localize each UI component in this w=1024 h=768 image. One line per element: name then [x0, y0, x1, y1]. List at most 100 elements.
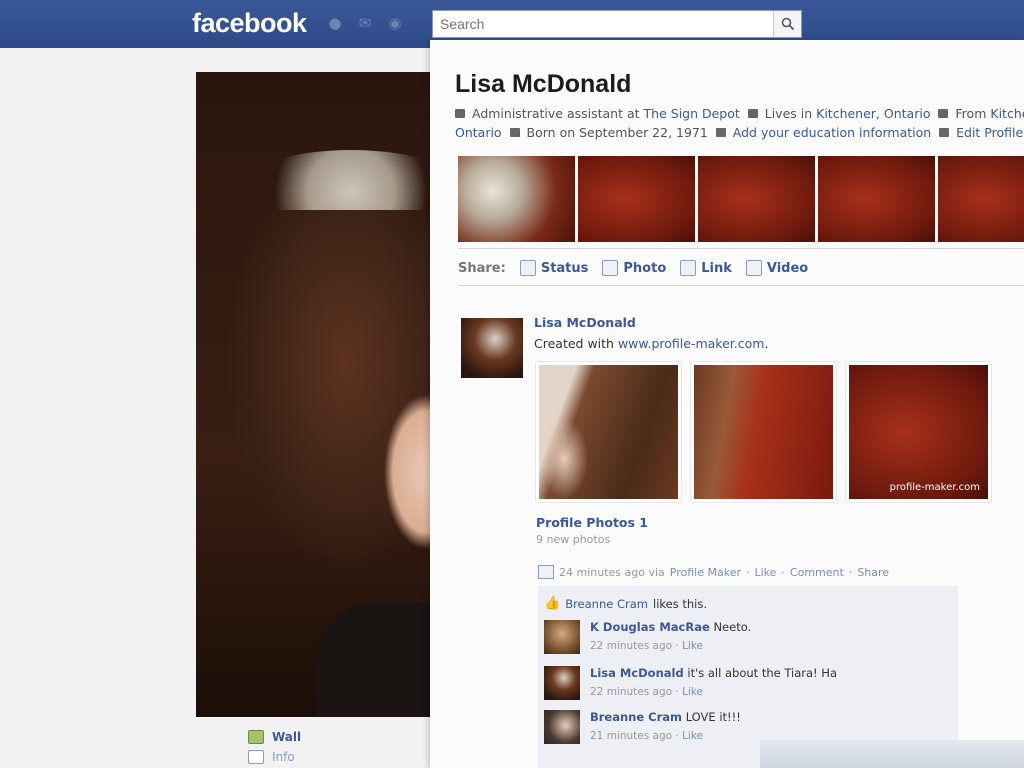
- post-avatar[interactable]: [461, 318, 523, 378]
- friend-requests-icon[interactable]: ●: [326, 14, 344, 32]
- like-action[interactable]: Like: [754, 566, 776, 579]
- edit-profile-link[interactable]: Edit Profile: [956, 125, 1023, 140]
- comment-like-link[interactable]: Like: [682, 730, 703, 742]
- calendar-icon: [509, 128, 520, 137]
- education-icon: [715, 128, 726, 137]
- comment: Lisa McDonald it's all about the Tiara! …: [544, 666, 954, 706]
- album-title-link[interactable]: Profile Photos 1: [536, 515, 648, 530]
- share-status-label: Status: [540, 260, 589, 276]
- notification-jewels: ● ✉ ◉: [326, 14, 404, 32]
- add-education-link[interactable]: Add your education information: [733, 125, 931, 140]
- strip-photo[interactable]: [578, 156, 695, 242]
- left-nav-wall[interactable]: Wall: [248, 727, 301, 747]
- chat-dock[interactable]: [760, 740, 1024, 768]
- comment-time: 22 minutes ago: [590, 640, 673, 652]
- search-button[interactable]: [773, 11, 801, 37]
- lives-prefix: Lives in: [764, 106, 813, 121]
- profile-info-line-1: Administrative assistant at The Sign Dep…: [455, 106, 1024, 121]
- strip-photo[interactable]: [458, 156, 575, 242]
- tiara-detail: [251, 150, 446, 210]
- comment-meta: 21 minutes ago · Like: [590, 730, 704, 742]
- likes-line: 👍 Breanne Cram likes this.: [544, 596, 707, 611]
- dress-detail: [316, 602, 446, 717]
- share-link-button[interactable]: Link: [680, 260, 732, 276]
- comment-avatar[interactable]: [544, 710, 580, 744]
- post-photo[interactable]: [691, 362, 836, 502]
- status-icon: [519, 260, 536, 276]
- search-icon: [781, 17, 795, 31]
- from-prefix: From: [955, 106, 987, 121]
- birthday: Born on September 22, 1971: [526, 125, 708, 140]
- comment-text: Neeto.: [713, 620, 752, 634]
- comment-avatar[interactable]: [544, 620, 580, 654]
- comment-body: K Douglas MacRae Neeto. 22 minutes ago ·…: [590, 620, 751, 652]
- photo-strip: [458, 156, 1024, 242]
- post-photo[interactable]: [536, 362, 681, 502]
- strip-photo[interactable]: [698, 156, 815, 242]
- comment-meta: 22 minutes ago · Like: [590, 686, 704, 698]
- comment-text: LOVE it!!!: [685, 710, 741, 724]
- share-video-label: Video: [766, 260, 809, 276]
- search-input[interactable]: [433, 11, 773, 37]
- strip-photo[interactable]: [938, 156, 1024, 242]
- comment-avatar[interactable]: [544, 666, 580, 700]
- city-icon: [747, 109, 758, 118]
- comment-author-link[interactable]: Breanne Cram: [590, 710, 682, 724]
- app-link[interactable]: Profile Maker: [670, 566, 741, 579]
- pencil-icon: [939, 128, 950, 137]
- share-video-button[interactable]: Video: [745, 260, 809, 276]
- profile-main: Lisa McDonald Administrative assistant a…: [430, 40, 1024, 768]
- comment-action[interactable]: Comment: [790, 566, 844, 579]
- post-text-link[interactable]: www.profile-maker.com: [618, 336, 764, 351]
- share-status-button[interactable]: Status: [519, 260, 589, 276]
- search-box: [432, 10, 802, 38]
- wall-icon: [248, 730, 264, 744]
- photo-watermark: profile-maker.com: [889, 482, 980, 493]
- album-count: 9 new photos: [536, 533, 611, 546]
- left-nav-wall-label: Wall: [272, 730, 302, 744]
- from-region-link[interactable]: Ontario: [455, 125, 502, 140]
- photo-icon: [602, 260, 619, 276]
- post-meta: 24 minutes ago via Profile Maker · Like …: [538, 565, 889, 579]
- post-photos: profile-maker.com: [536, 362, 991, 502]
- profile-picture[interactable]: [196, 72, 446, 717]
- comment-body: Breanne Cram LOVE it!!! 21 minutes ago ·…: [590, 710, 741, 742]
- left-nav: Wall Info: [248, 727, 301, 767]
- share-label: Share:: [458, 260, 506, 276]
- divider: [458, 285, 1024, 286]
- divider: [458, 248, 1024, 249]
- comment-time: 22 minutes ago: [590, 686, 673, 698]
- video-icon: [745, 260, 762, 276]
- post-text-suffix: .: [764, 336, 769, 351]
- comment-author-link[interactable]: Lisa McDonald: [590, 666, 684, 680]
- share-action[interactable]: Share: [857, 566, 889, 579]
- post-photo[interactable]: profile-maker.com: [846, 362, 991, 502]
- share-bar: Share: Status Photo Link Video: [458, 260, 822, 276]
- employer-link[interactable]: The Sign Depot: [644, 106, 740, 121]
- facebook-logo[interactable]: facebook: [192, 8, 307, 39]
- share-photo-label: Photo: [623, 260, 667, 276]
- messages-icon[interactable]: ✉: [356, 14, 374, 32]
- comment-meta: 22 minutes ago · Like: [590, 640, 704, 652]
- comment-body: Lisa McDonald it's all about the Tiara! …: [590, 666, 837, 698]
- comment-like-link[interactable]: Like: [682, 640, 703, 652]
- comment: K Douglas MacRae Neeto. 22 minutes ago ·…: [544, 620, 954, 660]
- from-city-link[interactable]: Kitchener,: [990, 106, 1024, 121]
- left-nav-info-label: Info: [272, 750, 295, 764]
- left-nav-info[interactable]: Info: [248, 747, 301, 767]
- comment-like-link[interactable]: Like: [682, 686, 703, 698]
- share-photo-button[interactable]: Photo: [602, 260, 666, 276]
- lives-in-link[interactable]: Kitchener, Ontario: [816, 106, 930, 121]
- link-icon: [680, 260, 697, 276]
- comment-text: it's all about the Tiara! Ha: [687, 666, 837, 680]
- notifications-icon[interactable]: ◉: [386, 14, 404, 32]
- post-text-prefix: Created with: [534, 336, 614, 351]
- post-author-link[interactable]: Lisa McDonald: [534, 315, 636, 330]
- comment-author-link[interactable]: K Douglas MacRae: [590, 620, 710, 634]
- post-text: Created with www.profile-maker.com.: [534, 336, 768, 351]
- profile-name: Lisa McDonald: [455, 70, 632, 98]
- strip-photo[interactable]: [818, 156, 935, 242]
- profile-info-line-2: Ontario Born on September 22, 1971 Add y…: [455, 125, 1023, 140]
- likes-name-link[interactable]: Breanne Cram: [565, 597, 648, 611]
- home-icon: [938, 109, 949, 118]
